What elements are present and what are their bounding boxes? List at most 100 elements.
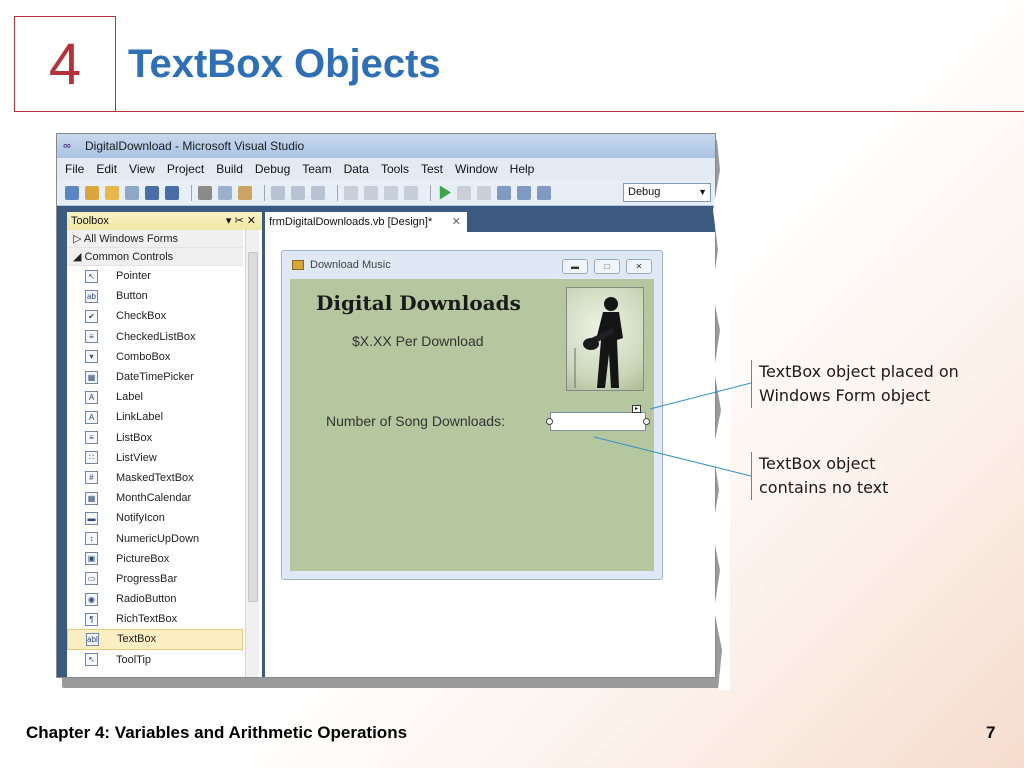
open-file-icon[interactable] <box>105 185 119 200</box>
toolbox-list: ▷ All Windows Forms ◢ Common Controls ↖ P… <box>67 230 243 677</box>
toolbox-item-combobox[interactable]: ▾ ComboBox <box>67 347 243 367</box>
toolbox-item-picturebox[interactable]: ▣ PictureBox <box>67 549 243 569</box>
heading-label[interactable]: Digital Downloads <box>316 291 521 315</box>
toolbox-item-listbox[interactable]: ≡ ListBox <box>67 428 243 448</box>
undo-icon[interactable] <box>344 185 358 200</box>
toolbox-item-richtextbox[interactable]: ¶ RichTextBox <box>67 609 243 629</box>
menu-tools[interactable]: Tools <box>381 162 409 176</box>
close-icon[interactable]: ✕ <box>452 212 461 232</box>
uncomment-icon[interactable] <box>311 185 325 200</box>
song-downloads-label[interactable]: Number of Song Downloads: <box>326 413 505 429</box>
resize-handle-right[interactable] <box>643 418 650 425</box>
new-project-icon[interactable] <box>65 185 79 200</box>
cut-icon[interactable] <box>198 185 212 200</box>
step-over-icon[interactable] <box>517 185 531 200</box>
form-client-area: Digital Downloads $X.XX Per Download Num… <box>290 279 654 571</box>
button-icon: ab <box>85 289 98 303</box>
menu-window[interactable]: Window <box>455 162 498 176</box>
callout-no-text: TextBox object contains no text <box>751 452 888 500</box>
paste-icon[interactable] <box>238 185 252 200</box>
comment-icon[interactable] <box>291 185 305 200</box>
toolbox-item-progressbar[interactable]: ▭ ProgressBar <box>67 569 243 589</box>
toolbox-item-numericupdown[interactable]: ↕ NumericUpDown <box>67 528 243 548</box>
callout-placed-line-1: TextBox object placed on <box>759 362 959 381</box>
guitarist-picturebox[interactable] <box>566 287 644 391</box>
toolbox-item-maskedtextbox[interactable]: # MaskedTextBox <box>67 468 243 488</box>
redo-icon[interactable] <box>364 185 378 200</box>
start-debugging-icon[interactable] <box>439 185 451 200</box>
menu-test[interactable]: Test <box>421 162 443 176</box>
toolbox-item-radiobutton[interactable]: ◉ RadioButton <box>67 589 243 609</box>
navigate-forward-icon[interactable] <box>404 185 418 200</box>
footer-page-number: 7 <box>986 723 996 742</box>
toolbox-item-checkbox[interactable]: ✔ CheckBox <box>67 306 243 326</box>
add-item-icon[interactable] <box>85 185 99 200</box>
toolbox-item-notifyicon[interactable]: ▬ NotifyIcon <box>67 508 243 528</box>
navigate-backward-icon[interactable] <box>384 185 398 200</box>
menu-help[interactable]: Help <box>510 162 535 176</box>
toolbox-pin-controls[interactable]: ▾ ✂ ✕ <box>226 212 256 230</box>
toolbox-item-monthcalendar[interactable]: ▦ MonthCalendar <box>67 488 243 508</box>
save-all-icon[interactable] <box>165 185 179 200</box>
toolbox-item-datetimepicker[interactable]: ▦ DateTimePicker <box>67 367 243 387</box>
toolbox-item-button[interactable]: ab Button <box>67 286 243 306</box>
toolbox-item-label: ComboBox <box>116 350 171 363</box>
menu-debug[interactable]: Debug <box>255 162 290 176</box>
toolbox-scrollbar[interactable] <box>245 230 259 677</box>
menu-edit[interactable]: Edit <box>96 162 117 176</box>
toolbox-item-label: ToolTip <box>116 653 152 666</box>
toolbox-item-label: CheckedListBox <box>116 330 196 343</box>
toolbox-item-tooltip[interactable]: ↖ ToolTip <box>67 650 243 670</box>
resize-handle-left[interactable] <box>546 418 553 425</box>
callout-no-text-line-2: contains no text <box>759 478 889 497</box>
picturebox-icon: ▣ <box>85 552 98 566</box>
minimize-icon[interactable]: ▬ <box>562 259 588 274</box>
menu-build[interactable]: Build <box>216 162 243 176</box>
title-rule <box>116 111 1024 112</box>
maximize-icon[interactable]: □ <box>594 259 620 274</box>
price-label[interactable]: $X.XX Per Download <box>352 333 484 349</box>
step-into-icon[interactable] <box>497 185 511 200</box>
toolbox-item-label: MonthCalendar <box>116 492 192 505</box>
callout-no-text-line-1: TextBox object <box>759 454 876 473</box>
toolbox-item-checkedlistbox[interactable]: ≡ CheckedListBox <box>67 327 243 347</box>
checkbox-icon: ✔ <box>85 309 98 323</box>
form-icon <box>292 260 304 270</box>
save-icon[interactable] <box>145 185 159 200</box>
close-icon[interactable]: ✕ <box>626 259 652 274</box>
tab-form-design[interactable]: frmDigitalDownloads.vb [Design]* ✕ <box>265 212 467 232</box>
song-downloads-textbox[interactable] <box>550 412 646 431</box>
toolbox-item-textbox[interactable]: abl TextBox <box>67 629 243 650</box>
windows-form[interactable]: Download Music ▬ □ ✕ Digital Downloads $… <box>281 250 663 580</box>
toolbox-item-label[interactable]: A Label <box>67 387 243 407</box>
toolbox-item-label: TextBox <box>117 633 157 646</box>
pointer-icon: ↖ <box>85 269 98 283</box>
pause-icon[interactable] <box>457 185 471 200</box>
toolbox-item-label: CheckBox <box>116 310 167 323</box>
step-out-icon[interactable] <box>537 185 551 200</box>
tooltip-icon: ↖ <box>85 653 98 667</box>
add-new-item-icon[interactable] <box>125 185 139 200</box>
stop-icon[interactable] <box>477 185 491 200</box>
slide-title: TextBox Objects <box>128 42 441 86</box>
smart-tag-icon[interactable]: ▸ <box>632 405 641 413</box>
toolbox-item-label: PictureBox <box>116 552 170 565</box>
menu-project[interactable]: Project <box>167 162 204 176</box>
form-designer-surface: Download Music ▬ □ ✕ Digital Downloads $… <box>265 232 715 677</box>
toolbox-item-linklabel[interactable]: A LinkLabel <box>67 407 243 427</box>
toolbox-group-all-windows-forms[interactable]: ▷ All Windows Forms <box>67 230 243 248</box>
copy-icon[interactable] <box>218 185 232 200</box>
menu-team[interactable]: Team <box>302 162 331 176</box>
menu-data[interactable]: Data <box>344 162 369 176</box>
toolbox-item-listview[interactable]: ∷ ListView <box>67 448 243 468</box>
toolbox-group-common-controls[interactable]: ◢ Common Controls <box>67 248 243 266</box>
radiobutton-icon: ◉ <box>85 592 98 606</box>
toolbox-scroll-thumb[interactable] <box>248 252 258 602</box>
find-icon[interactable] <box>271 185 285 200</box>
menu-file[interactable]: File <box>65 162 84 176</box>
toolbox-item-pointer[interactable]: ↖ Pointer <box>67 266 243 286</box>
solution-configuration-combobox[interactable]: Debug ▼ <box>623 183 711 202</box>
menu-view[interactable]: View <box>129 162 155 176</box>
toolbox-item-label: Pointer <box>116 270 151 283</box>
toolbox-item-label: ProgressBar <box>116 572 178 585</box>
